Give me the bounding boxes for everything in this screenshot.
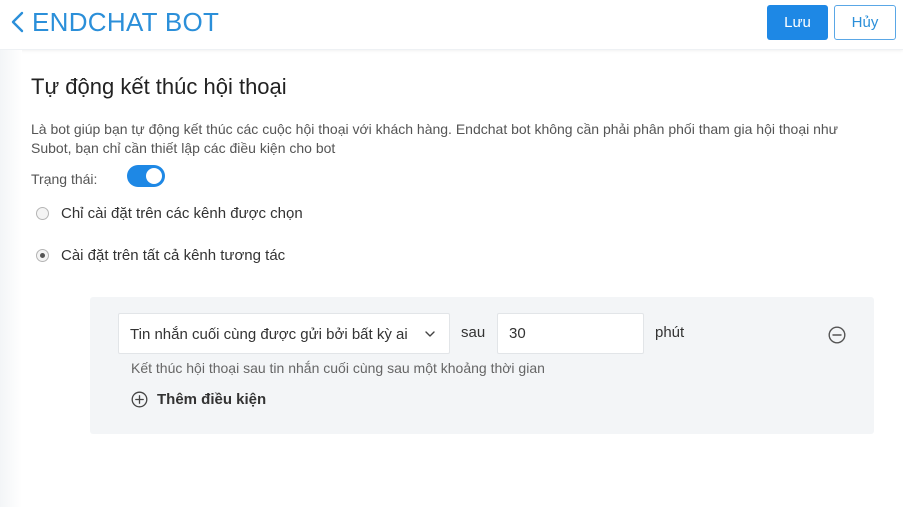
radio-all-channels[interactable]: Cài đặt trên tất cả kênh tương tác [36,247,285,264]
status-toggle[interactable] [127,165,165,187]
add-condition-button[interactable]: Thêm điều kiện [131,391,266,408]
cancel-button[interactable]: Hủy [834,5,896,40]
plus-circle-icon [131,391,148,408]
chevron-down-icon [424,327,436,345]
after-label: sau [461,324,486,341]
radio-button[interactable] [36,207,49,220]
status-label: Trạng thái: [31,171,98,187]
minutes-input[interactable] [497,313,644,354]
unit-label: phút [655,324,685,341]
condition-select-value: Tin nhắn cuối cùng được gửi bởi bất kỳ a… [130,326,408,343]
radio-label: Cài đặt trên tất cả kênh tương tác [61,247,286,264]
app-title: ENDCHAT BOT [32,7,220,37]
back-chevron-icon[interactable] [8,9,28,35]
radio-selected-channels[interactable]: Chỉ cài đặt trên các kênh được chọn [36,205,303,222]
top-bar: ENDCHAT BOT Lưu Hủy [0,0,903,50]
page-title: Tự động kết thúc hội thoại [31,74,287,99]
add-condition-label: Thêm điều kiện [157,391,267,408]
remove-condition-icon[interactable] [828,326,846,344]
condition-hint: Kết thúc hội thoại sau tin nhắn cuối cùn… [131,360,545,376]
toggle-knob [146,168,162,184]
radio-label: Chỉ cài đặt trên các kênh được chọn [61,205,303,222]
condition-select[interactable]: Tin nhắn cuối cùng được gửi bởi bất kỳ a… [118,313,450,354]
left-edge-shade [0,50,22,507]
save-button[interactable]: Lưu [767,5,828,40]
radio-button-checked[interactable] [36,249,49,262]
page-description: Là bot giúp bạn tự động kết thúc các cuộ… [31,121,839,156]
